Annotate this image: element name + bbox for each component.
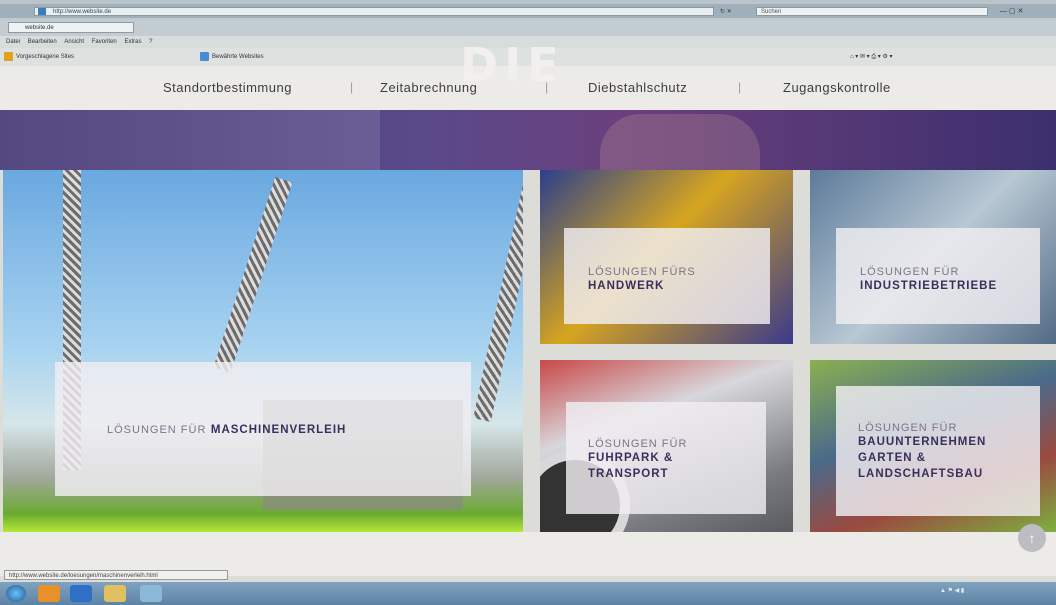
start-button-icon[interactable]	[6, 585, 26, 602]
menu-favoriten[interactable]: Favoriten	[92, 39, 117, 45]
favorite-item-suggested[interactable]: Vorgeschlagene Sites	[4, 48, 74, 66]
star-icon	[4, 51, 13, 61]
tile-prefix: LÖSUNGEN FÜR	[860, 266, 960, 278]
tile-prefix: LÖSUNGEN FÜR	[858, 422, 958, 434]
tile-prefix: LÖSUNGEN FÜR	[107, 424, 207, 436]
window-controls-icon[interactable]: — ▢ ✕	[1000, 7, 1023, 15]
search-input[interactable]: Suchen	[756, 7, 988, 16]
menu-help[interactable]: ?	[149, 39, 152, 45]
tile-title: INDUSTRIEBETRIEBE	[860, 280, 998, 292]
hero-image	[0, 110, 380, 170]
tile-title: MASCHINENVERLEIH	[210, 424, 347, 436]
tile-card: LÖSUNGEN FÜR BAUUNTERNEHMEN GARTEN & LAN…	[836, 386, 1040, 516]
os-taskbar	[0, 582, 1056, 605]
taskbar-browser-icon[interactable]	[140, 585, 162, 602]
tile-industriebetriebe[interactable]: LÖSUNGEN FÜR INDUSTRIEBETRIEBE	[810, 170, 1056, 344]
menu-extras[interactable]: Extras	[124, 39, 141, 45]
menu-datei[interactable]: Datei	[6, 39, 20, 45]
tile-label: LÖSUNGEN FÜR BAUUNTERNEHMEN GARTEN & LAN…	[858, 422, 986, 482]
nav-diebstahlschutz[interactable]: Diebstahlschutz	[588, 80, 687, 95]
tile-handwerk[interactable]: LÖSUNGEN FÜRS HANDWERK	[540, 170, 793, 344]
menu-bearbeiten[interactable]: Bearbeiten	[28, 39, 57, 45]
favicon-icon	[38, 8, 46, 15]
tile-title-line: FUHRPARK &	[588, 452, 674, 464]
tile-label: LÖSUNGEN FÜR INDUSTRIEBETRIEBE	[860, 266, 997, 294]
scroll-to-top-button[interactable]: ↑	[1018, 524, 1046, 552]
hero-banner	[0, 110, 1056, 170]
crane-image	[473, 173, 523, 422]
nav-separator: |	[738, 80, 742, 94]
tile-card: LÖSUNGEN FÜRS HANDWERK	[564, 228, 770, 324]
nav-standortbestimmung[interactable]: Standortbestimmung	[163, 80, 292, 95]
tile-label: LÖSUNGEN FÜR MASCHINENVERLEIH	[107, 420, 346, 438]
refresh-icon[interactable]: ↻ ✕	[720, 8, 732, 15]
status-bar-url: http://www.website.de/loesungen/maschine…	[4, 570, 228, 580]
tile-bauunternehmen[interactable]: LÖSUNGEN FÜR BAUUNTERNEHMEN GARTEN & LAN…	[810, 360, 1056, 532]
menu-ansicht[interactable]: Ansicht	[64, 39, 84, 45]
taskbar-app-icon[interactable]	[38, 585, 60, 602]
nav-zugangskontrolle[interactable]: Zugangskontrolle	[783, 80, 891, 95]
tile-title-line: GARTEN &	[858, 452, 927, 464]
crane-image	[213, 177, 293, 373]
tile-card: LÖSUNGEN FÜR MASCHINENVERLEIH	[55, 362, 471, 496]
tile-prefix: LÖSUNGEN FÜR	[588, 438, 688, 450]
tile-title-line: TRANSPORT	[588, 468, 669, 480]
hero-title: DIE	[460, 38, 565, 92]
tile-card: LÖSUNGEN FÜR FUHRPARK & TRANSPORT	[566, 402, 766, 514]
system-tray-icons[interactable]: ▲ ⚑ ◀ ▮	[940, 587, 1000, 599]
tile-title: HANDWERK	[588, 280, 665, 292]
tile-label: LÖSUNGEN FÜR FUHRPARK & TRANSPORT	[588, 438, 687, 482]
taskbar-explorer-icon[interactable]	[104, 585, 126, 602]
tile-maschinenverleih[interactable]: LÖSUNGEN FÜR MASCHINENVERLEIH	[3, 170, 523, 532]
taskbar-outlook-icon[interactable]	[70, 585, 92, 602]
tile-prefix: LÖSUNGEN FÜRS	[588, 266, 696, 278]
nav-separator: |	[350, 80, 354, 94]
tab-website[interactable]: website.de	[8, 22, 134, 33]
tile-card: LÖSUNGEN FÜR INDUSTRIEBETRIEBE	[836, 228, 1040, 324]
hero-person-image	[600, 114, 760, 170]
page-icon	[200, 51, 209, 61]
address-input[interactable]: http://www.website.de	[34, 7, 714, 16]
toolbar-icons[interactable]: ⌂ ▾ ✉ ▾ ⎙ ▾ ⚙ ▾	[850, 48, 893, 66]
tile-label: LÖSUNGEN FÜRS HANDWERK	[588, 266, 696, 294]
tile-title-line: BAUUNTERNEHMEN	[858, 436, 987, 448]
favorite-item-websites[interactable]: Bewährte Websites	[200, 48, 264, 66]
tile-fuhrpark-transport[interactable]: LÖSUNGEN FÜR FUHRPARK & TRANSPORT	[540, 360, 793, 532]
tile-title-line: LANDSCHAFTSBAU	[858, 468, 984, 480]
tab-row	[0, 20, 1056, 34]
